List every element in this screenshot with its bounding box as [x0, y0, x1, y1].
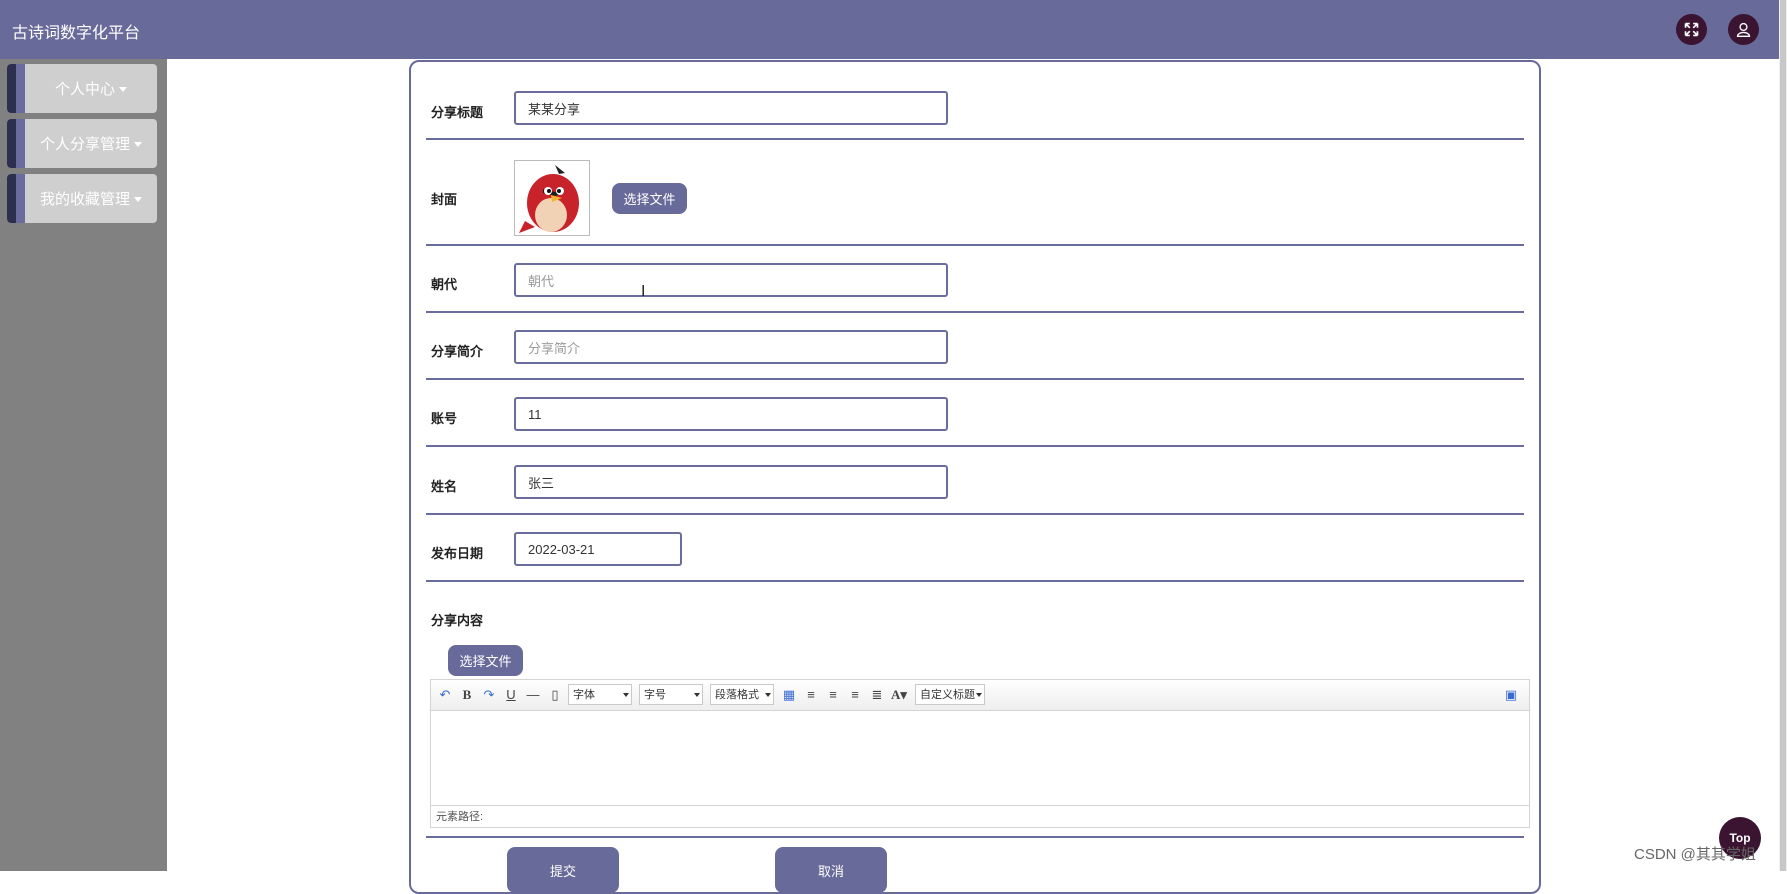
editor-element-path: 元素路径:: [431, 805, 1529, 827]
sidebar-item-label-wrap: 个人分享管理: [25, 119, 157, 168]
intro-label: 分享简介: [431, 344, 484, 359]
horizontal-rule-icon[interactable]: —: [525, 687, 541, 703]
scrollbar-thumb[interactable]: [1780, 0, 1786, 871]
top-header-bar: 古诗词数字化平台: [0, 0, 1779, 59]
caret-down-icon: [134, 197, 142, 202]
content-choose-file-button[interactable]: 选择文件: [448, 645, 523, 676]
intro-input[interactable]: 分享简介: [514, 330, 948, 364]
sidebar-item-label: 我的收藏管理: [39, 191, 130, 208]
fullscreen-editor-icon[interactable]: ▣: [1503, 687, 1519, 703]
sidebar-item-label: 个人中心: [54, 81, 115, 98]
sidebar-item-share-management[interactable]: 个人分享管理: [7, 119, 157, 168]
form-row-intro: 分享简介 分享简介: [426, 313, 1524, 380]
sidebar-item-label-wrap: 我的收藏管理: [25, 174, 157, 223]
form-row-title: 分享标题 某某分享: [426, 62, 1524, 140]
account-input[interactable]: 11: [514, 397, 948, 431]
redo-icon[interactable]: ↷: [481, 687, 497, 703]
rich-text-editor: ↶ B ↷ U — ▯ 字体 字号 段落格式 ▦ ≡ ≡ ≡ ≣ A▾ 自定义标…: [430, 679, 1530, 828]
app-title: 古诗词数字化平台: [12, 25, 141, 42]
bold-icon[interactable]: B: [459, 687, 475, 703]
name-label: 姓名: [431, 479, 458, 494]
dynasty-input[interactable]: 朝代: [514, 263, 948, 297]
form-row-account: 账号 11: [426, 380, 1524, 447]
dropdown-arrow-icon: [765, 693, 771, 697]
fullscreen-button[interactable]: [1676, 14, 1707, 45]
font-size-select[interactable]: 字号: [639, 684, 703, 705]
underline-icon[interactable]: U: [503, 687, 519, 703]
sidebar: 个人中心 个人分享管理 我的收藏管理: [0, 59, 167, 871]
caret-down-icon: [134, 142, 142, 147]
custom-heading-select-text: 自定义标题: [920, 689, 975, 701]
submit-button[interactable]: 提交: [507, 847, 619, 893]
cover-image: [514, 160, 590, 236]
user-menu-button[interactable]: [1728, 14, 1759, 45]
editor-toolbar: ↶ B ↷ U — ▯ 字体 字号 段落格式 ▦ ≡ ≡ ≡ ≣ A▾ 自定义标…: [431, 680, 1529, 711]
content-label: 分享内容: [431, 613, 484, 628]
sidebar-accent-light: [16, 174, 25, 223]
caret-down-icon: [119, 87, 127, 92]
title-input[interactable]: 某某分享: [514, 91, 948, 125]
dropdown-arrow-icon: [694, 693, 700, 697]
title-label: 分享标题: [431, 105, 484, 120]
account-label: 账号: [431, 411, 458, 426]
cover-label: 封面: [431, 192, 458, 207]
form-row-name: 姓名 张三: [426, 447, 1524, 515]
red-bird-image: [519, 165, 579, 233]
align-justify-icon[interactable]: ≣: [869, 687, 885, 703]
sidebar-accent-light: [16, 119, 25, 168]
form-row-cover: 封面 选择文件: [426, 140, 1524, 246]
paragraph-format-select-text: 段落格式: [715, 689, 759, 701]
sidebar-accent-dark: [7, 119, 16, 168]
dropdown-arrow-icon: [976, 693, 982, 697]
undo-icon[interactable]: ↶: [437, 687, 453, 703]
cancel-button[interactable]: 取消: [775, 847, 887, 893]
editor-divider: [426, 836, 1524, 838]
dynasty-label: 朝代: [431, 277, 458, 292]
share-form-card: 分享标题 某某分享 封面 选择文件 朝代 朝代 分享简介 分享简介 账号 11: [409, 60, 1541, 894]
watermark: CSDN @其其学姐: [1634, 846, 1756, 863]
editor-content-area[interactable]: [431, 711, 1529, 804]
paragraph-format-select[interactable]: 段落格式: [710, 684, 774, 705]
table-icon[interactable]: ▦: [781, 687, 797, 703]
sidebar-item-personal-center[interactable]: 个人中心: [7, 64, 157, 113]
form-row-dynasty: 朝代 朝代: [426, 246, 1524, 313]
cover-choose-file-button[interactable]: 选择文件: [612, 183, 687, 214]
dropdown-arrow-icon: [623, 693, 629, 697]
vertical-scrollbar[interactable]: [1779, 0, 1787, 871]
text-cursor-icon: I: [641, 283, 646, 300]
sidebar-item-favorites-management[interactable]: 我的收藏管理: [7, 174, 157, 223]
align-center-icon[interactable]: ≡: [847, 687, 863, 703]
sidebar-accent-dark: [7, 174, 16, 223]
sidebar-accent-light: [16, 64, 25, 113]
font-family-select-text: 字体: [573, 689, 595, 701]
font-color-icon[interactable]: A▾: [891, 687, 907, 703]
sidebar-accent-dark: [7, 64, 16, 113]
sidebar-item-label: 个人分享管理: [39, 136, 130, 153]
sidebar-item-label-wrap: 个人中心: [25, 64, 157, 113]
expand-arrows-icon: [1684, 22, 1699, 37]
name-input[interactable]: 张三: [514, 465, 948, 499]
font-size-select-text: 字号: [644, 689, 666, 701]
page-icon[interactable]: ▯: [547, 687, 563, 703]
date-label: 发布日期: [431, 546, 484, 561]
custom-heading-select[interactable]: 自定义标题: [915, 684, 985, 705]
form-row-date: 发布日期 2022-03-21: [426, 515, 1524, 582]
align-right-icon[interactable]: ≡: [825, 687, 841, 703]
date-input[interactable]: 2022-03-21: [514, 532, 682, 566]
user-icon: [1736, 22, 1751, 37]
align-left-icon[interactable]: ≡: [803, 687, 819, 703]
font-family-select[interactable]: 字体: [568, 684, 632, 705]
